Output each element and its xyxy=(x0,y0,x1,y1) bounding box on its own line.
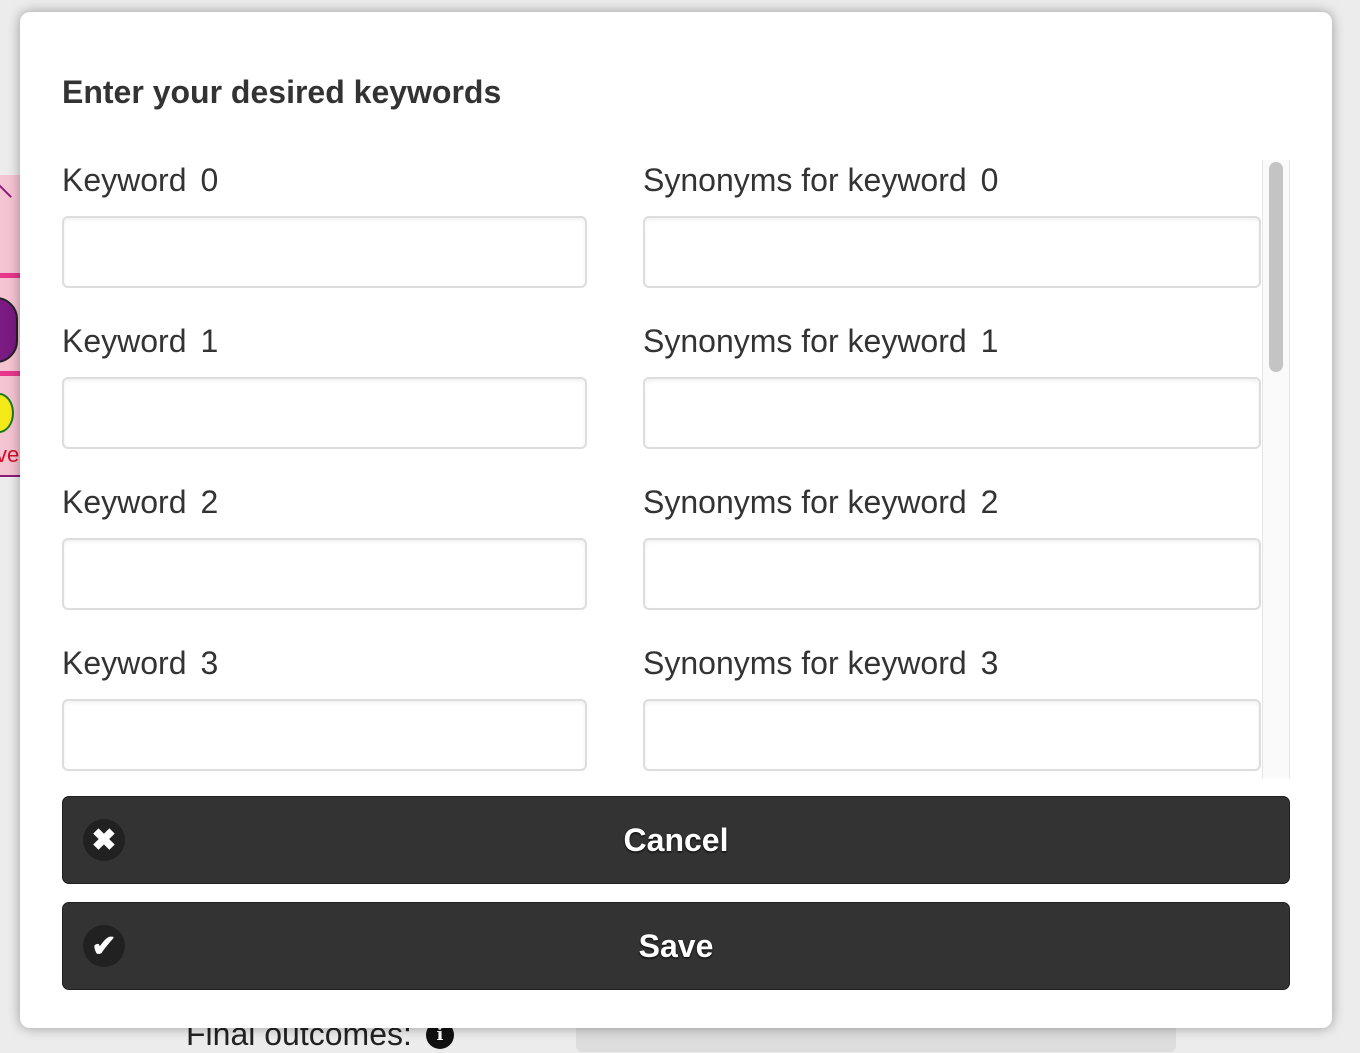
synonyms-label: Synonyms for keyword 3 xyxy=(643,645,999,681)
keyword-2-input[interactable] xyxy=(62,538,587,610)
synonyms-2-input[interactable] xyxy=(643,538,1261,610)
scrollbar-thumb[interactable] xyxy=(1269,162,1283,372)
keyword-row: Keyword 2 Synonyms for keyword 2 xyxy=(62,482,1292,643)
keyword-label: Keyword 3 xyxy=(62,645,219,681)
keywords-scroll-area: Keyword 0 Synonyms for keyword 0 Keyword 1 … xyxy=(62,160,1292,778)
background-diagram-line xyxy=(0,175,12,198)
background-diagram-node xyxy=(0,393,14,433)
close-icon: ✖ xyxy=(83,819,125,861)
keyword-3-input[interactable] xyxy=(62,699,587,771)
cancel-button-label: Cancel xyxy=(623,821,729,858)
checkmark-icon: ✔ xyxy=(83,925,125,967)
synonyms-label: Synonyms for keyword 0 xyxy=(643,162,999,198)
background-diagram-stripe xyxy=(0,273,20,278)
save-button[interactable]: ✔ Save xyxy=(62,902,1290,990)
cancel-button[interactable]: ✖ Cancel xyxy=(62,796,1290,884)
keyword-row: Keyword 0 Synonyms for keyword 0 xyxy=(62,160,1292,321)
keyword-1-input[interactable] xyxy=(62,377,587,449)
dialog-title: Enter your desired keywords xyxy=(62,74,502,110)
synonyms-label: Synonyms for keyword 2 xyxy=(643,484,999,520)
keyword-row: Keyword 3 Synonyms for keyword 3 xyxy=(62,643,1292,778)
background-diagram-stripe xyxy=(0,371,20,376)
keyword-label: Keyword 0 xyxy=(62,162,219,198)
synonyms-label: Synonyms for keyword 1 xyxy=(643,323,999,359)
keyword-label: Keyword 1 xyxy=(62,323,219,359)
keyword-0-input[interactable] xyxy=(62,216,587,288)
synonyms-1-input[interactable] xyxy=(643,377,1261,449)
keyword-row: Keyword 1 Synonyms for keyword 1 xyxy=(62,321,1292,482)
synonyms-3-input[interactable] xyxy=(643,699,1261,771)
background-diagram-node xyxy=(0,297,18,363)
vertical-scrollbar[interactable] xyxy=(1262,160,1290,778)
synonyms-0-input[interactable] xyxy=(643,216,1261,288)
keyword-label: Keyword 2 xyxy=(62,484,219,520)
save-button-label: Save xyxy=(638,927,714,964)
background-fragment-text: ve xyxy=(0,442,20,467)
keywords-dialog: Enter your desired keywords Keyword 0 Syn… xyxy=(20,12,1332,1028)
background-diagram-fragment: ve xyxy=(0,175,22,477)
